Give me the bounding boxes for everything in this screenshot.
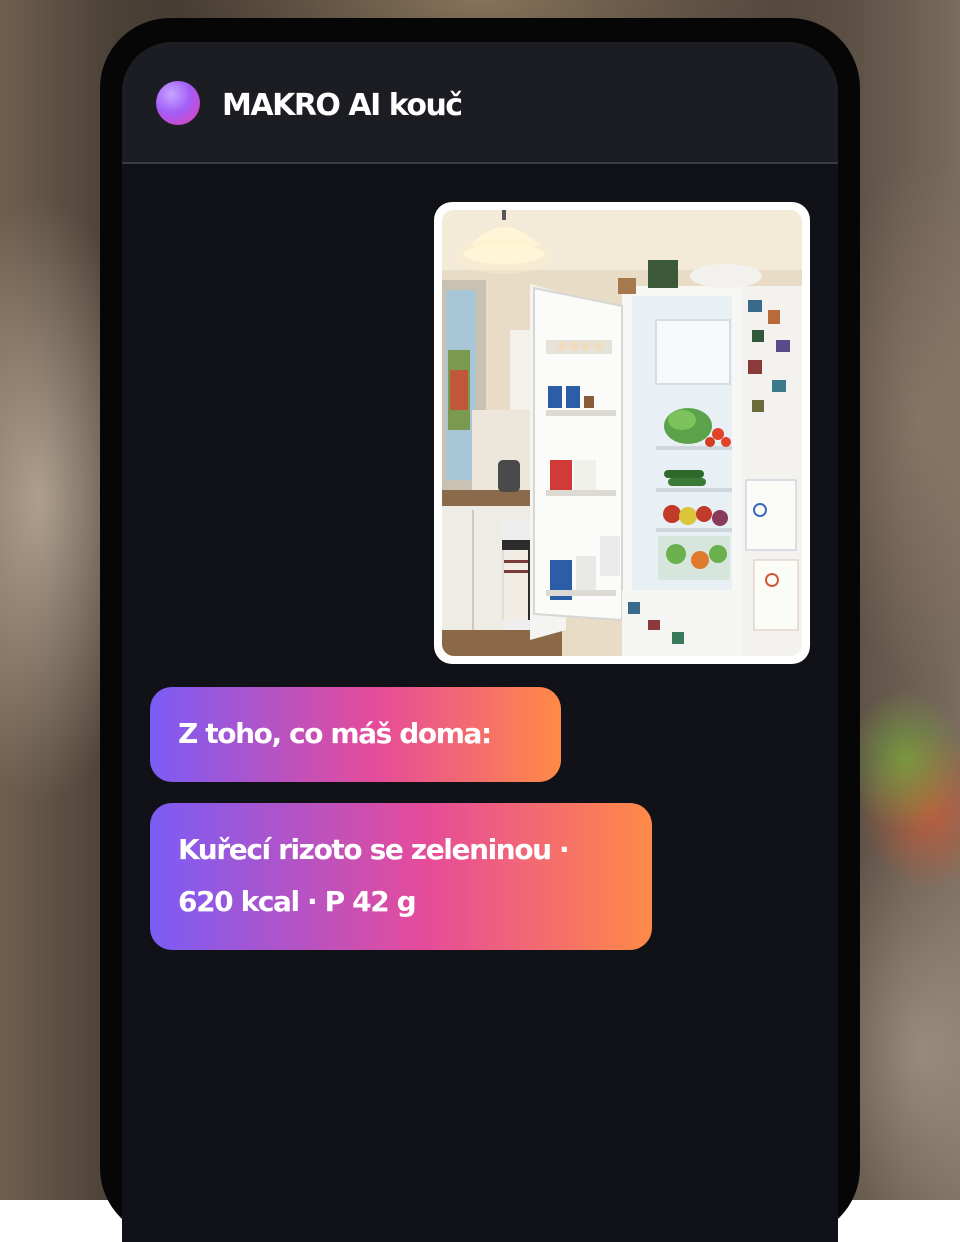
assistant-message-text: Z toho, co máš doma: [178, 717, 492, 750]
assistant-message-text: Kuřecí rizoto se zeleninou · 620 kcal · … [178, 833, 570, 918]
chat-title: MAKRO AI kouč [222, 88, 463, 123]
chat-screen: MAKRO AI kouč Z toho, co máš doma: Kuřec… [122, 42, 838, 1242]
chat-header: MAKRO AI kouč [122, 42, 838, 164]
coach-avatar-icon [156, 81, 200, 125]
user-image-message[interactable] [434, 202, 810, 664]
fridge-photo [442, 210, 802, 656]
assistant-message-bubble: Kuřecí rizoto se zeleninou · 620 kcal · … [150, 803, 652, 950]
assistant-message-bubble: Z toho, co máš doma: [150, 687, 561, 782]
